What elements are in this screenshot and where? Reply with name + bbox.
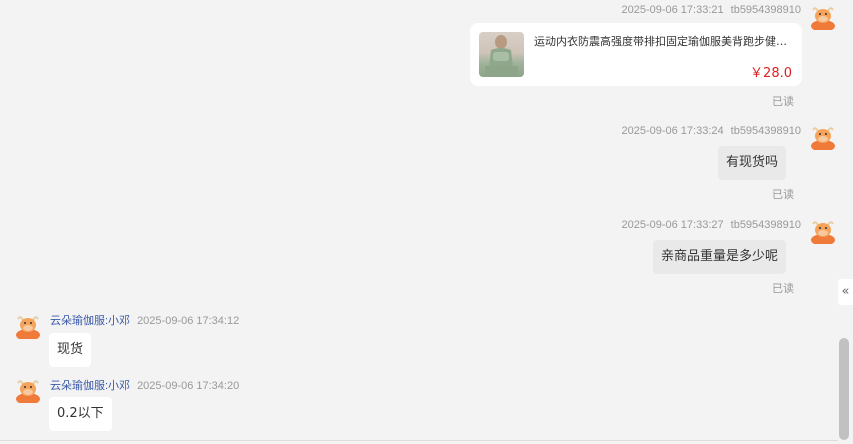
scrollbar-thumb[interactable] bbox=[839, 338, 849, 440]
message-timestamp: 2025-09-06 17:34:12 bbox=[137, 315, 240, 327]
double-chevron-left-icon: « bbox=[841, 284, 850, 299]
message-timestamp: 2025-09-06 17:33:24 bbox=[621, 125, 724, 137]
product-thumbnail bbox=[479, 32, 524, 77]
avatar[interactable] bbox=[810, 4, 836, 30]
product-price: ￥28.0 bbox=[750, 66, 792, 81]
message-timestamp: 2025-09-06 17:33:27 bbox=[621, 219, 724, 231]
avatar[interactable] bbox=[15, 313, 41, 339]
message-sender[interactable]: 云朵瑜伽服:小邓 bbox=[50, 315, 130, 327]
message-timestamp: 2025-09-06 17:34:20 bbox=[137, 380, 240, 392]
message-meta: 2025-09-06 17:33:24 tb5954398910 bbox=[621, 125, 801, 137]
message-meta: 2025-09-06 17:33:21 tb5954398910 bbox=[621, 4, 801, 16]
message-meta: 2025-09-06 17:33:27 tb5954398910 bbox=[621, 219, 801, 231]
message-sender[interactable]: 云朵瑜伽服:小邓 bbox=[50, 380, 130, 392]
read-status: 已读 bbox=[772, 188, 794, 201]
avatar[interactable] bbox=[810, 218, 836, 244]
bull-avatar-icon bbox=[16, 316, 40, 339]
bull-avatar-icon bbox=[811, 127, 835, 150]
message-bubble[interactable]: 有现货吗 bbox=[717, 146, 786, 180]
divider bbox=[0, 440, 838, 441]
message-bubble[interactable]: 0.2以下 bbox=[49, 397, 112, 431]
bull-avatar-icon bbox=[811, 7, 835, 30]
avatar[interactable] bbox=[15, 377, 41, 403]
read-status: 已读 bbox=[772, 95, 794, 108]
message-meta: 云朵瑜伽服:小邓 2025-09-06 17:34:12 bbox=[50, 312, 239, 328]
message-sender: tb5954398910 bbox=[730, 125, 801, 137]
product-title: 运动内衣防震高强度带排扣固定瑜伽服美背跑步健身... bbox=[534, 35, 796, 48]
chat-message-list[interactable]: 2025-09-06 17:33:21 tb5954398910 运动内衣防震高强… bbox=[0, 0, 838, 444]
read-status: 已读 bbox=[772, 282, 794, 295]
bull-avatar-icon bbox=[16, 380, 40, 403]
message-sender: tb5954398910 bbox=[730, 219, 801, 231]
message-sender: tb5954398910 bbox=[730, 4, 801, 16]
message-bubble[interactable]: 现货 bbox=[49, 333, 92, 367]
bull-avatar-icon bbox=[811, 221, 835, 244]
message-meta: 云朵瑜伽服:小邓 2025-09-06 17:34:20 bbox=[50, 377, 239, 393]
collapse-panel-button[interactable]: « bbox=[838, 279, 853, 305]
product-card[interactable]: 运动内衣防震高强度带排扣固定瑜伽服美背跑步健身... ￥28.0 bbox=[470, 23, 802, 86]
avatar[interactable] bbox=[810, 124, 836, 150]
message-bubble[interactable]: 亲商品重量是多少呢 bbox=[652, 240, 786, 274]
message-timestamp: 2025-09-06 17:33:21 bbox=[621, 4, 724, 16]
